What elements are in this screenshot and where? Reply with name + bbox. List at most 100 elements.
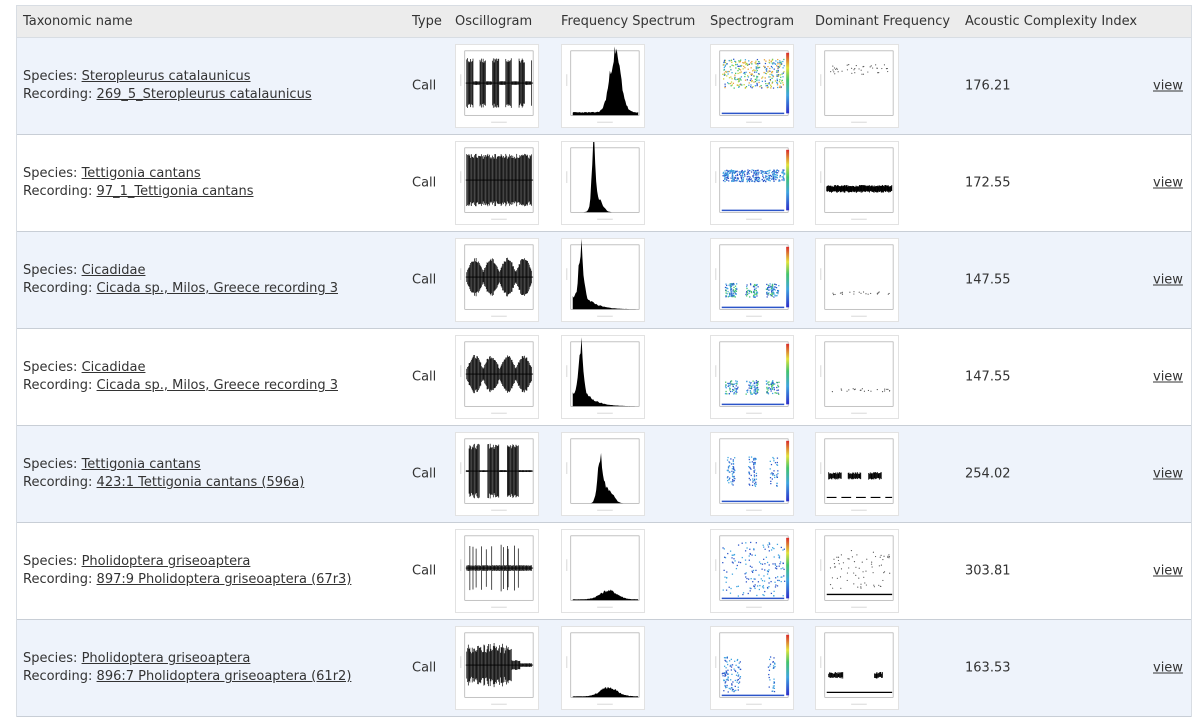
- header-type: Type: [412, 14, 442, 29]
- species-label: Species:: [23, 360, 78, 375]
- header-taxonomic-name: Taxonomic name: [23, 14, 133, 29]
- frequency-spectrum-thumbnail: [561, 44, 645, 128]
- dominant-frequency-thumbnail: [815, 44, 899, 128]
- species-link[interactable]: Steropleurus catalaunicus: [82, 69, 251, 84]
- frequency-spectrum-thumbnail: [561, 432, 645, 516]
- species-label: Species:: [23, 651, 78, 666]
- view-link[interactable]: view: [1153, 79, 1183, 94]
- table-row: Species: Pholidoptera griseoaptera Record…: [17, 620, 1191, 717]
- table-row: Species: Tettigonia cantans Recording: 42…: [17, 426, 1191, 523]
- oscillogram-thumbnail: [455, 141, 539, 225]
- species-link[interactable]: Cicadidae: [82, 360, 146, 375]
- type-cell: Call: [412, 660, 437, 676]
- dominant-frequency-thumbnail: [815, 626, 899, 710]
- spectrogram-thumbnail: [710, 238, 794, 322]
- recording-link[interactable]: 423:1 Tettigonia cantans (596a): [97, 475, 305, 490]
- taxonomic-name-cell: Species: Pholidoptera griseoaptera Record…: [23, 553, 351, 589]
- taxonomic-name-cell: Species: Cicadidae Recording: Cicada sp.,…: [23, 359, 338, 395]
- view-link[interactable]: view: [1153, 564, 1183, 579]
- view-link[interactable]: view: [1153, 176, 1183, 191]
- species-link[interactable]: Tettigonia cantans: [82, 457, 201, 472]
- spectrogram-thumbnail: [710, 141, 794, 225]
- recording-link[interactable]: 897:9 Pholidoptera griseoaptera (67r3): [97, 572, 352, 587]
- species-label: Species:: [23, 457, 78, 472]
- oscillogram-thumbnail: [455, 626, 539, 710]
- oscillogram-thumbnail: [455, 335, 539, 419]
- type-cell: Call: [412, 466, 437, 482]
- spectrogram-thumbnail: [710, 626, 794, 710]
- aci-cell: 303.81: [965, 563, 1011, 579]
- taxonomic-name-cell: Species: Cicadidae Recording: Cicada sp.,…: [23, 262, 338, 298]
- oscillogram-thumbnail: [455, 44, 539, 128]
- frequency-spectrum-thumbnail: [561, 141, 645, 225]
- frequency-spectrum-thumbnail: [561, 626, 645, 710]
- recording-label: Recording:: [23, 378, 93, 393]
- dominant-frequency-thumbnail: [815, 141, 899, 225]
- aci-cell: 176.21: [965, 78, 1011, 94]
- aci-cell: 254.02: [965, 466, 1011, 482]
- recording-link[interactable]: Cicada sp., Milos, Greece recording 3: [97, 281, 338, 296]
- frequency-spectrum-thumbnail: [561, 529, 645, 613]
- table-row: Species: Cicadidae Recording: Cicada sp.,…: [17, 232, 1191, 329]
- taxonomic-name-cell: Species: Tettigonia cantans Recording: 97…: [23, 165, 253, 201]
- header-spectrogram: Spectrogram: [710, 14, 794, 29]
- species-label: Species:: [23, 554, 78, 569]
- aci-cell: 147.55: [965, 369, 1011, 385]
- oscillogram-thumbnail: [455, 432, 539, 516]
- table-body: Species: Steropleurus catalaunicus Record…: [17, 38, 1191, 717]
- header-frequency-spectrum: Frequency Spectrum: [561, 14, 696, 29]
- table-row: Species: Cicadidae Recording: Cicada sp.,…: [17, 329, 1191, 426]
- recording-link[interactable]: 896:7 Pholidoptera griseoaptera (61r2): [97, 669, 352, 684]
- recording-label: Recording:: [23, 87, 93, 102]
- aci-cell: 163.53: [965, 660, 1011, 676]
- dominant-frequency-thumbnail: [815, 335, 899, 419]
- type-cell: Call: [412, 563, 437, 579]
- species-link[interactable]: Tettigonia cantans: [82, 166, 201, 181]
- recording-label: Recording:: [23, 669, 93, 684]
- header-dominant-frequency: Dominant Frequency: [815, 14, 951, 29]
- species-label: Species:: [23, 263, 78, 278]
- type-cell: Call: [412, 272, 437, 288]
- frequency-spectrum-thumbnail: [561, 335, 645, 419]
- header-aci: Acoustic Complexity Index: [965, 14, 1138, 29]
- type-cell: Call: [412, 175, 437, 191]
- spectrogram-thumbnail: [710, 529, 794, 613]
- table-row: Species: Pholidoptera griseoaptera Record…: [17, 523, 1191, 620]
- recording-label: Recording:: [23, 281, 93, 296]
- species-link[interactable]: Cicadidae: [82, 263, 146, 278]
- aci-cell: 172.55: [965, 175, 1011, 191]
- spectrogram-thumbnail: [710, 44, 794, 128]
- dominant-frequency-thumbnail: [815, 432, 899, 516]
- header-oscillogram: Oscillogram: [455, 14, 533, 29]
- species-label: Species:: [23, 166, 78, 181]
- oscillogram-thumbnail: [455, 529, 539, 613]
- taxonomic-name-cell: Species: Tettigonia cantans Recording: 42…: [23, 456, 304, 492]
- frequency-spectrum-thumbnail: [561, 238, 645, 322]
- recording-link[interactable]: 97_1_Tettigonia cantans: [97, 184, 254, 199]
- recording-label: Recording:: [23, 184, 93, 199]
- view-link[interactable]: view: [1153, 467, 1183, 482]
- dominant-frequency-thumbnail: [815, 529, 899, 613]
- view-link[interactable]: view: [1153, 661, 1183, 676]
- oscillogram-thumbnail: [455, 238, 539, 322]
- view-link[interactable]: view: [1153, 370, 1183, 385]
- taxonomic-name-cell: Species: Steropleurus catalaunicus Record…: [23, 68, 312, 104]
- aci-cell: 147.55: [965, 272, 1011, 288]
- dominant-frequency-thumbnail: [815, 238, 899, 322]
- type-cell: Call: [412, 369, 437, 385]
- species-label: Species:: [23, 69, 78, 84]
- spectrogram-thumbnail: [710, 335, 794, 419]
- table-row: Species: Steropleurus catalaunicus Record…: [17, 38, 1191, 135]
- species-link[interactable]: Pholidoptera griseoaptera: [82, 554, 251, 569]
- recording-link[interactable]: 269_5_Steropleurus catalaunicus: [97, 87, 312, 102]
- table-header: Taxonomic name Type Oscillogram Frequenc…: [17, 5, 1191, 38]
- type-cell: Call: [412, 78, 437, 94]
- recording-label: Recording:: [23, 572, 93, 587]
- species-link[interactable]: Pholidoptera griseoaptera: [82, 651, 251, 666]
- view-link[interactable]: view: [1153, 273, 1183, 288]
- spectrogram-thumbnail: [710, 432, 794, 516]
- recordings-table: Taxonomic name Type Oscillogram Frequenc…: [16, 5, 1192, 717]
- taxonomic-name-cell: Species: Pholidoptera griseoaptera Record…: [23, 650, 351, 686]
- table-row: Species: Tettigonia cantans Recording: 97…: [17, 135, 1191, 232]
- recording-link[interactable]: Cicada sp., Milos, Greece recording 3: [97, 378, 338, 393]
